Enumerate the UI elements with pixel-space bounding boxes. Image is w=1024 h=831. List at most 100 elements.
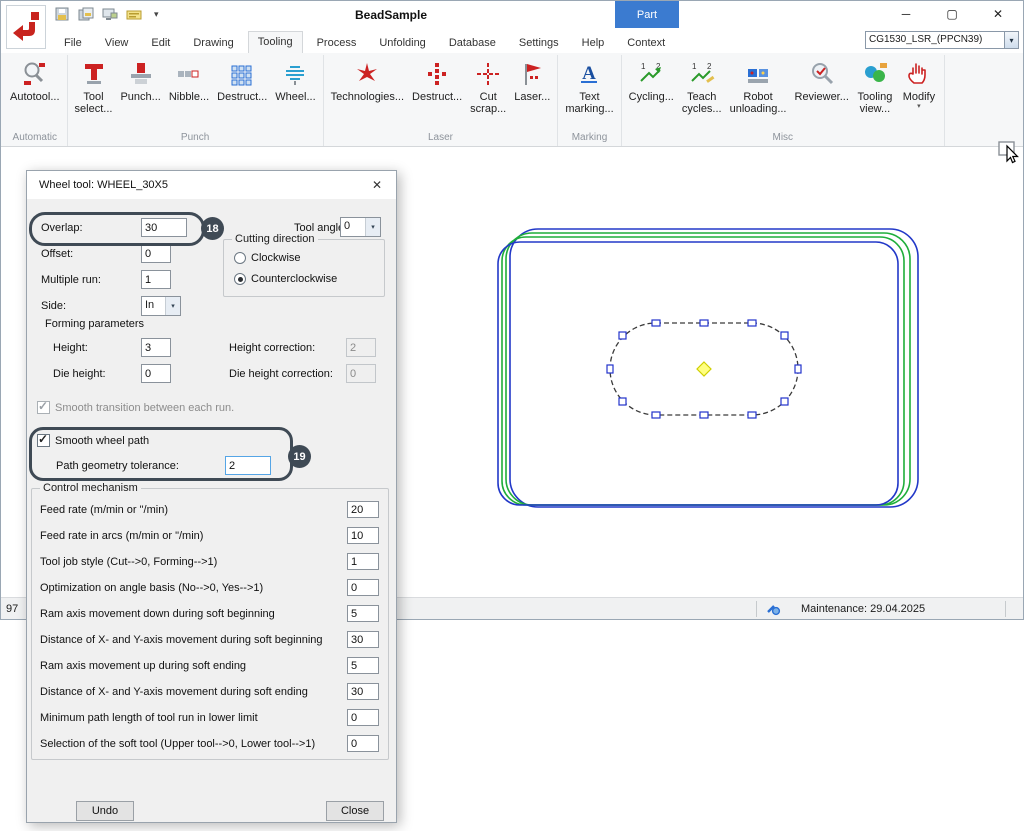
machine-combo-arrow-icon[interactable]: ▾ <box>1004 32 1018 48</box>
callout-badge-18: 18 <box>201 217 224 240</box>
save-icon[interactable] <box>55 7 70 22</box>
tab-drawing[interactable]: Drawing <box>184 33 242 53</box>
minimize-button[interactable]: ─ <box>883 1 929 27</box>
tool-select-icon <box>80 58 108 90</box>
ribbon-button-cycling[interactable]: 12 Cycling... <box>625 55 678 106</box>
modify-icon <box>905 58 933 90</box>
list-icon[interactable] <box>126 9 142 21</box>
control-row-input[interactable] <box>347 657 379 674</box>
smooth-wheel-path-checkbox-box[interactable]: ✓ <box>37 434 50 447</box>
height-input[interactable] <box>141 338 171 357</box>
tool-angle-select[interactable]: 0 ▾ <box>340 217 381 237</box>
tab-unfolding[interactable]: Unfolding <box>370 33 434 53</box>
offset-input[interactable] <box>141 244 171 263</box>
ribbon-button-punch[interactable]: Punch... <box>116 55 164 106</box>
tab-edit[interactable]: Edit <box>142 33 179 53</box>
ribbon-group-automatic: Autotool... Automatic <box>3 55 68 146</box>
ribbon-button-wheel[interactable]: Wheel... <box>271 55 319 106</box>
ribbon-button-cut-scrap[interactable]: Cut scrap... <box>466 55 510 118</box>
save-all-icon[interactable] <box>78 7 94 22</box>
svg-text:A: A <box>583 63 597 84</box>
counterclockwise-radio-circle[interactable] <box>234 273 246 285</box>
punch-icon <box>127 58 155 90</box>
machine-combo-value: CG1530_LSR_(PPCN39) <box>866 32 1004 48</box>
ribbon-button-teach-cycles[interactable]: 12 Teach cycles... <box>678 55 726 118</box>
app-logo-icon <box>11 10 41 45</box>
ribbon-button-technologies[interactable]: Technologies... <box>327 55 408 106</box>
ribbon: Autotool... Automatic Tool select... Pun… <box>1 53 1023 147</box>
forming-parameters-title: Forming parameters <box>45 318 144 330</box>
qat-dropdown-icon[interactable]: ▾ <box>154 9 159 20</box>
tab-tooling[interactable]: Tooling <box>248 31 303 53</box>
group-label-laser: Laser <box>327 131 555 146</box>
tab-view[interactable]: View <box>96 33 138 53</box>
close-dialog-button[interactable]: Close <box>326 801 384 821</box>
clockwise-radio[interactable]: Clockwise <box>234 252 301 264</box>
path-tolerance-input[interactable] <box>225 456 271 475</box>
ribbon-button-destruct-punch[interactable]: Destruct... <box>213 55 271 106</box>
height-correction-label: Height correction: <box>229 342 315 354</box>
control-mechanism-group: Control mechanism Feed rate (m/min or "/… <box>31 488 389 760</box>
path-tolerance-label: Path geometry tolerance: <box>56 460 179 472</box>
ribbon-group-marking: A Text marking... Marking <box>558 55 621 146</box>
control-row-label: Distance of X- and Y-axis movement durin… <box>40 686 308 698</box>
cutting-direction-title: Cutting direction <box>232 233 318 245</box>
ribbon-button-laser[interactable]: Laser... <box>510 55 554 106</box>
modify-dropdown-icon[interactable]: ▾ <box>917 103 921 110</box>
tab-database[interactable]: Database <box>440 33 505 53</box>
die-height-input[interactable] <box>141 364 171 383</box>
status-separator-right <box>1005 601 1006 617</box>
teach-cycles-icon: 12 <box>688 58 716 90</box>
app-logo-button[interactable] <box>6 5 46 49</box>
ribbon-button-destruct-laser[interactable]: Destruct... <box>408 55 466 106</box>
callout-badge-19: 19 <box>288 445 311 468</box>
dialog-close-icon[interactable]: ✕ <box>363 175 391 195</box>
height-label: Height: <box>53 342 88 354</box>
svg-text:1: 1 <box>641 62 646 71</box>
part-tab[interactable]: Part <box>615 1 679 28</box>
ribbon-button-robot-unloading[interactable]: Robot unloading... <box>726 55 791 118</box>
ribbon-button-text-marking[interactable]: A Text marking... <box>561 55 617 118</box>
smooth-wheel-path-checkbox[interactable]: ✓ Smooth wheel path <box>37 434 149 447</box>
control-row-input[interactable] <box>347 605 379 622</box>
side-arrow-icon: ▾ <box>165 297 180 315</box>
ribbon-button-nibble[interactable]: Nibble... <box>165 55 213 106</box>
tab-process[interactable]: Process <box>308 33 366 53</box>
quick-access-toolbar: ▾ <box>55 7 159 22</box>
tool-angle-arrow-icon: ▾ <box>365 218 380 236</box>
multiple-run-input[interactable] <box>141 270 171 289</box>
control-row-input[interactable] <box>347 527 379 544</box>
tab-help[interactable]: Help <box>573 33 614 53</box>
control-row-input[interactable] <box>347 631 379 648</box>
tab-context[interactable]: Context <box>618 33 674 53</box>
export-icon[interactable] <box>102 7 118 22</box>
side-select[interactable]: In ▾ <box>141 296 181 316</box>
overlap-input[interactable] <box>141 218 187 237</box>
dialog-titlebar[interactable]: Wheel tool: WHEEL_30X5 ✕ <box>27 171 396 199</box>
ribbon-button-modify[interactable]: Modify ▾ <box>897 55 941 113</box>
control-row-input[interactable] <box>347 501 379 518</box>
control-row-input[interactable] <box>347 579 379 596</box>
counterclockwise-radio[interactable]: Counterclockwise <box>234 273 337 285</box>
control-row-input[interactable] <box>347 735 379 752</box>
undo-button[interactable]: Undo <box>76 801 134 821</box>
ribbon-button-tooling-view[interactable]: Tooling view... <box>853 55 897 118</box>
robot-unloading-icon <box>744 58 772 90</box>
smooth-transition-checkbox-box: ✓ <box>37 401 50 414</box>
ribbon-button-autotool[interactable]: Autotool... <box>6 55 64 106</box>
control-row-input[interactable] <box>347 709 379 726</box>
machine-combo[interactable]: CG1530_LSR_(PPCN39) ▾ <box>865 31 1019 49</box>
ribbon-button-reviewer[interactable]: Reviewer... <box>791 55 853 106</box>
ribbon-group-laser: Technologies... Destruct... Cut scrap...… <box>324 55 559 146</box>
control-row-label: Minimum path length of tool run in lower… <box>40 712 258 724</box>
maximize-button[interactable]: ▢ <box>929 1 975 27</box>
technologies-icon <box>353 58 381 90</box>
control-row-input[interactable] <box>347 553 379 570</box>
close-button[interactable]: ✕ <box>975 1 1021 27</box>
control-row-input[interactable] <box>347 683 379 700</box>
clockwise-radio-circle[interactable] <box>234 252 246 264</box>
nibble-icon <box>175 58 203 90</box>
tab-settings[interactable]: Settings <box>510 33 568 53</box>
ribbon-button-tool-select[interactable]: Tool select... <box>71 55 117 118</box>
tab-file[interactable]: File <box>55 33 91 53</box>
